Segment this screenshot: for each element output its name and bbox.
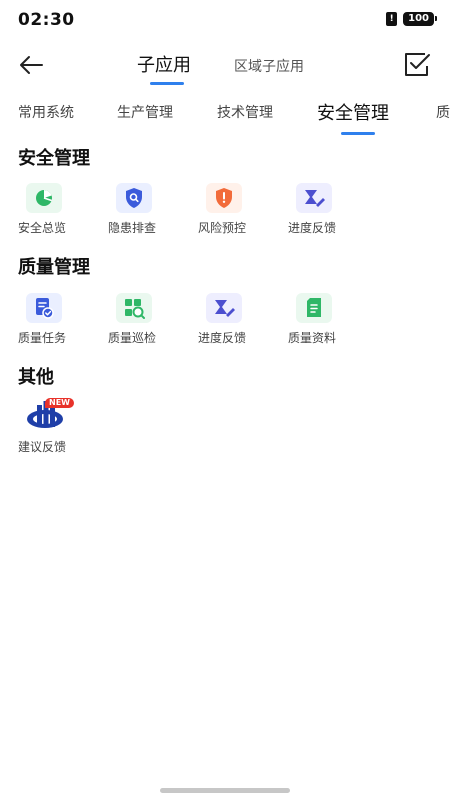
app-risk-control[interactable]: 风险预控 [198, 183, 288, 243]
document-icon [296, 293, 332, 323]
section-title-quality: 质量管理 [18, 257, 90, 278]
pie-chart-icon [26, 183, 62, 213]
app-label: 质量巡检 [108, 331, 157, 345]
shield-alert-icon [206, 183, 242, 213]
category-tabs: 常用系统 生产管理 技术管理 安全管理 质 [0, 92, 450, 136]
nav-bar: 子应用 区域子应用 [0, 40, 450, 90]
status-bar: 02:30 ! 100 [0, 0, 450, 40]
other-app-grid: NEW 建议反馈 [0, 398, 450, 459]
status-icons: ! 100 [386, 12, 437, 26]
sim-alert-icon: ! [386, 12, 398, 26]
inspection-icon [116, 293, 152, 323]
app-quality-patrol[interactable]: 质量巡检 [108, 293, 198, 353]
app-label: 进度反馈 [198, 331, 247, 345]
app-label: 质量资料 [288, 331, 337, 345]
tab-regional-sub-apps[interactable]: 区域子应用 [234, 56, 304, 76]
section-title-safety: 安全管理 [18, 148, 90, 169]
app-label: 隐患排查 [108, 221, 157, 235]
app-suggestion-feedback[interactable]: NEW 建议反馈 [18, 398, 108, 459]
app-label: 安全总览 [18, 221, 67, 235]
nav-tab-indicator [150, 82, 184, 85]
category-tab-technical[interactable]: 技术管理 [217, 102, 273, 122]
app-label: 风险预控 [198, 221, 247, 235]
tab-sub-apps[interactable]: 子应用 [137, 51, 191, 77]
category-tab-common[interactable]: 常用系统 [18, 102, 74, 122]
hourglass-edit-icon [206, 293, 242, 323]
app-label: 进度反馈 [288, 221, 337, 235]
shield-search-icon [116, 183, 152, 213]
app-progress-feedback-quality[interactable]: 进度反馈 [198, 293, 288, 353]
hourglass-edit-icon [296, 183, 332, 213]
nav-tabs: 子应用 区域子应用 [0, 40, 450, 90]
new-badge: NEW [45, 398, 74, 408]
status-time: 02:30 [18, 10, 75, 30]
app-safety-overview[interactable]: 安全总览 [18, 183, 108, 243]
app-hazard-inspection[interactable]: 隐患排查 [108, 183, 198, 243]
app-label: 质量任务 [18, 331, 67, 345]
check-button[interactable] [402, 50, 432, 80]
category-tab-production[interactable]: 生产管理 [117, 102, 173, 122]
quality-app-grid: 质量任务 质量巡检 进度反馈 质量资料 [0, 293, 450, 353]
app-quality-documents[interactable]: 质量资料 [288, 293, 378, 353]
category-tab-safety[interactable]: 安全管理 [317, 99, 389, 125]
app-label: 建议反馈 [18, 440, 67, 454]
app-progress-feedback-safety[interactable]: 进度反馈 [288, 183, 378, 243]
app-quality-task[interactable]: 质量任务 [18, 293, 108, 353]
safety-app-grid: 安全总览 隐患排查 风险预控 进度反馈 [0, 183, 450, 243]
task-check-icon [26, 293, 62, 323]
home-indicator[interactable] [160, 788, 290, 793]
category-tab-indicator [341, 132, 375, 135]
battery-icon: 100 [403, 12, 437, 26]
section-title-other: 其他 [18, 367, 54, 388]
category-tab-quality[interactable]: 质 [436, 102, 450, 122]
checkbox-check-icon [405, 53, 430, 76]
